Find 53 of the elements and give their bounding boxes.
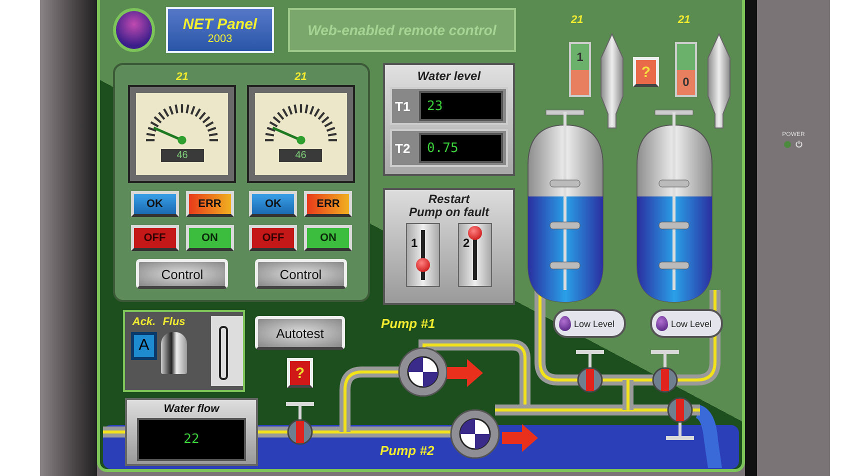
ack-button[interactable]: A <box>131 332 157 360</box>
slot-icon <box>211 316 243 386</box>
status-button[interactable]: ON <box>186 225 234 251</box>
level-display: 0.75 <box>419 133 503 163</box>
status-button[interactable]: OK <box>249 191 298 217</box>
brand-title: NET Panel <box>182 16 258 32</box>
pump-icon[interactable] <box>450 409 500 459</box>
status-button[interactable]: ON <box>304 225 352 251</box>
tank-tag: T1 <box>395 98 415 114</box>
flush-knob-icon[interactable] <box>161 332 187 374</box>
status-orb-icon <box>113 8 155 52</box>
power-led-icon <box>784 140 791 148</box>
power-icon[interactable] <box>795 140 803 148</box>
rocker-switch[interactable]: 1 <box>569 42 591 97</box>
lever-switch[interactable]: 1 <box>406 223 440 288</box>
rocker-switch[interactable]: 0 <box>675 42 697 97</box>
arrow-icon <box>502 424 538 452</box>
meter-label: 21 <box>176 71 188 83</box>
arrow-icon <box>447 359 483 387</box>
control-button[interactable]: Control <box>136 259 228 289</box>
tank-label: 21 <box>571 14 584 26</box>
valve-icon[interactable] <box>576 350 604 393</box>
low-level-text: Low Level <box>671 318 712 328</box>
status-button[interactable]: ERR <box>186 191 234 217</box>
drop-icon <box>656 316 668 331</box>
valve-icon[interactable] <box>286 402 314 445</box>
status-button[interactable]: OK <box>130 191 179 217</box>
panel-title: Water flow <box>164 403 220 415</box>
flush-label: Flus <box>162 316 186 328</box>
gauge-reading: 46 <box>160 149 204 162</box>
tank-tag: T2 <box>395 140 415 156</box>
pump-icon[interactable] <box>398 347 448 397</box>
lever-switch[interactable]: 2 <box>458 223 492 288</box>
valve-icon[interactable] <box>666 397 694 440</box>
brand-year: 2003 <box>208 32 232 44</box>
pump-label: Pump #2 <box>380 443 434 458</box>
flow-display: 22 <box>137 418 246 461</box>
meter-label: 21 <box>294 71 307 83</box>
status-button[interactable]: ERR <box>304 191 352 217</box>
ack-label: Ack. <box>132 316 156 328</box>
panel-title: Restart Pump on fault <box>409 193 489 220</box>
control-button[interactable]: Control <box>254 259 347 289</box>
low-level-text: Low Level <box>574 318 615 328</box>
tank-label: 21 <box>678 14 690 26</box>
help-button[interactable]: ? <box>287 358 313 388</box>
gauge-reading: 46 <box>279 149 322 162</box>
level-display: 23 <box>419 91 503 121</box>
water-stream-drawing <box>696 405 722 468</box>
drop-icon <box>559 316 571 331</box>
pump-label: Pump #1 <box>381 316 436 331</box>
panel-title: Water level <box>416 69 482 83</box>
valve-icon[interactable] <box>651 350 679 393</box>
autotest-button[interactable]: Autotest <box>255 316 345 350</box>
